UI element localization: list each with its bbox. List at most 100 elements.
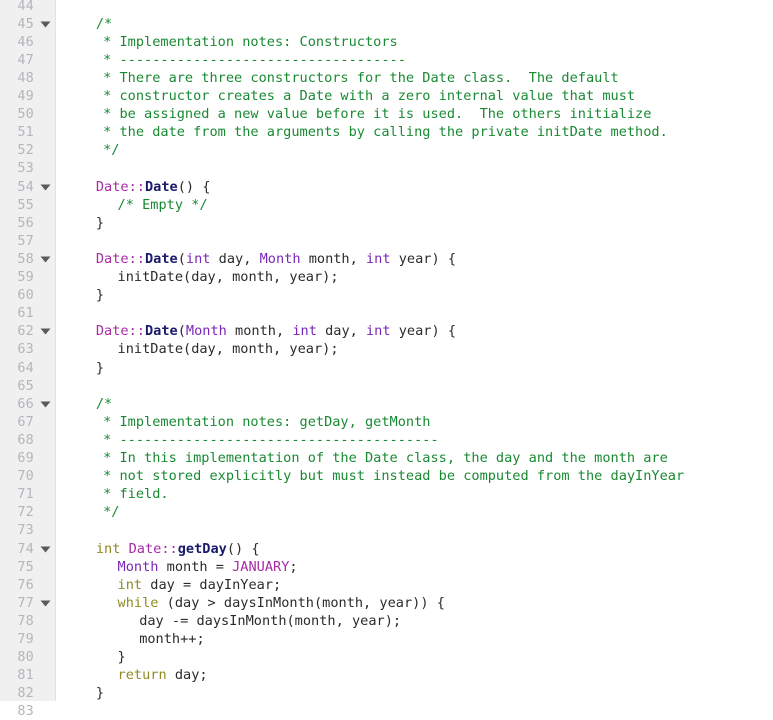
code-token: /* <box>95 15 113 32</box>
gutter-row[interactable]: 64 <box>0 359 56 377</box>
code-line[interactable]: Date::Date() { <box>96 178 211 196</box>
gutter-row[interactable]: 73 <box>0 521 56 539</box>
code-line[interactable]: Month month = JANUARY; <box>118 558 298 576</box>
gutter-row[interactable]: 59 <box>0 268 56 286</box>
line-number: 53 <box>17 160 34 177</box>
gutter-row[interactable]: 79 <box>0 630 56 648</box>
gutter-row[interactable]: 56 <box>0 214 56 232</box>
gutter-row[interactable]: 72 <box>0 503 56 521</box>
line-number: 77 <box>17 594 34 611</box>
code-line[interactable]: int Date::getDay() { <box>96 540 260 558</box>
gutter-row[interactable]: 74 <box>0 540 56 558</box>
code-line[interactable]: day -= daysInMonth(month, year); <box>139 612 401 630</box>
code-token: } <box>95 685 105 701</box>
gutter-row[interactable]: 80 <box>0 648 56 666</box>
gutter-row[interactable]: 65 <box>0 377 56 395</box>
code-line[interactable]: * be assigned a new value before it is u… <box>103 105 651 123</box>
line-number: 49 <box>17 88 34 104</box>
code-line[interactable]: * not stored explicitly but must instead… <box>103 467 684 485</box>
gutter-row[interactable]: 44 <box>0 0 56 15</box>
code-token: () { <box>177 178 211 195</box>
gutter-row[interactable]: 54 <box>0 178 56 196</box>
code-line[interactable]: * In this implementation of the Date cla… <box>103 449 668 467</box>
line-number: 80 <box>17 649 34 666</box>
code-line[interactable]: } <box>96 286 104 304</box>
line-number: 62 <box>17 323 34 340</box>
gutter-row[interactable]: 76 <box>0 576 56 594</box>
gutter-row[interactable]: 46 <box>0 33 56 51</box>
code-content-area[interactable]: /* * Implementation notes: Constructors * … <box>57 0 773 701</box>
code-line[interactable]: * constructor creates a Date with a zero… <box>103 87 635 105</box>
gutter-row[interactable]: 45 <box>0 15 56 33</box>
gutter-row[interactable]: 82 <box>0 684 56 702</box>
gutter-row[interactable]: 50 <box>0 105 56 123</box>
code-token: int <box>366 250 391 267</box>
code-line[interactable]: * There are three constructors for the D… <box>103 69 619 87</box>
line-number-gutter[interactable]: 44 45 46 47 48 49 50 51 52 53 54 55 56 57 58 59 60 61 62 63… <box>0 0 56 719</box>
gutter-row[interactable]: 78 <box>0 612 56 630</box>
code-line[interactable]: initDate(day, month, year); <box>118 340 339 358</box>
gutter-row[interactable]: 66 <box>0 395 56 413</box>
code-line[interactable]: } <box>96 214 104 232</box>
code-line[interactable]: initDate(day, month, year); <box>118 268 339 286</box>
gutter-row[interactable]: 83 <box>0 702 56 720</box>
gutter-row[interactable]: 58 <box>0 250 56 268</box>
gutter-row[interactable]: 61 <box>0 304 56 322</box>
line-number: 64 <box>17 359 34 376</box>
gutter-row[interactable]: 68 <box>0 431 56 449</box>
gutter-row[interactable]: 71 <box>0 485 56 503</box>
code-line[interactable]: } <box>96 359 104 377</box>
gutter-row[interactable]: 49 <box>0 87 56 105</box>
chevron-down-icon[interactable] <box>38 178 52 196</box>
code-line[interactable]: * ----------------------------------- <box>103 51 406 69</box>
gutter-row[interactable]: 69 <box>0 449 56 467</box>
code-line[interactable]: /* <box>96 15 112 33</box>
chevron-down-icon[interactable] <box>38 395 52 413</box>
code-token: Month <box>259 250 301 267</box>
code-token: (day > daysInMonth(month, year)) { <box>158 594 445 611</box>
code-token: while <box>117 594 159 611</box>
gutter-row[interactable]: 60 <box>0 286 56 304</box>
code-token: ( <box>177 250 186 267</box>
code-line[interactable]: * Implementation notes: Constructors <box>103 33 398 51</box>
code-line[interactable]: * the date from the arguments by calling… <box>103 123 668 141</box>
code-line[interactable]: return day; <box>118 666 208 684</box>
code-line[interactable]: * --------------------------------------… <box>103 431 439 449</box>
gutter-row[interactable]: 48 <box>0 69 56 87</box>
code-line[interactable]: } <box>96 684 104 701</box>
gutter-row[interactable]: 57 <box>0 232 56 250</box>
code-line[interactable]: /* <box>96 395 112 413</box>
code-editor[interactable]: 44 45 46 47 48 49 50 51 52 53 54 55 56 57 58 59 60 61 62 63… <box>0 0 773 719</box>
chevron-down-icon[interactable] <box>38 540 52 558</box>
code-line[interactable]: */ <box>103 141 119 159</box>
gutter-row[interactable]: 51 <box>0 123 56 141</box>
code-line[interactable]: */ <box>103 503 119 521</box>
code-line[interactable]: Date::Date(int day, Month month, int yea… <box>96 250 456 268</box>
code-token: */ <box>103 504 120 521</box>
code-line[interactable]: Date::Date(Month month, int day, int yea… <box>96 322 456 340</box>
code-line[interactable]: /* Empty */ <box>118 196 208 214</box>
gutter-row[interactable]: 52 <box>0 141 56 159</box>
code-line[interactable]: * Implementation notes: getDay, getMonth <box>103 413 430 431</box>
chevron-down-icon[interactable] <box>38 594 52 612</box>
gutter-row[interactable]: 81 <box>0 666 56 684</box>
code-line[interactable]: month++; <box>139 630 204 648</box>
code-line[interactable]: int day = dayInYear; <box>118 576 282 594</box>
code-line[interactable]: * field. <box>103 485 168 503</box>
gutter-row[interactable]: 63 <box>0 340 56 358</box>
gutter-row[interactable]: 75 <box>0 558 56 576</box>
gutter-row[interactable]: 53 <box>0 159 56 177</box>
code-line[interactable]: } <box>118 648 126 666</box>
gutter-row[interactable]: 47 <box>0 51 56 69</box>
gutter-row[interactable]: 62 <box>0 322 56 340</box>
gutter-row[interactable]: 55 <box>0 196 56 214</box>
code-token: */ <box>103 142 120 159</box>
chevron-down-icon[interactable] <box>38 322 52 340</box>
gutter-row[interactable]: 77 <box>0 594 56 612</box>
code-line[interactable]: while (day > daysInMonth(month, year)) { <box>118 594 445 612</box>
gutter-row[interactable]: 67 <box>0 413 56 431</box>
chevron-down-icon[interactable] <box>38 15 52 33</box>
chevron-down-icon[interactable] <box>38 250 52 268</box>
code-token: /* <box>95 395 113 412</box>
gutter-row[interactable]: 70 <box>0 467 56 485</box>
